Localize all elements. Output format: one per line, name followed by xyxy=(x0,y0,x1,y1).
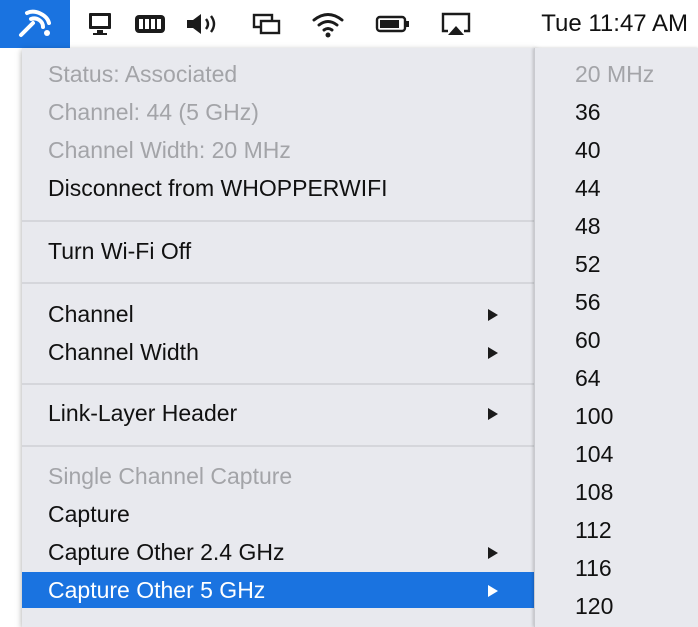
submenu-item-label: 44 xyxy=(575,175,601,201)
menu-item-status: Status: Associated xyxy=(22,56,536,92)
menu-item-label: Turn Wi-Fi Off xyxy=(48,238,192,264)
menu-item-single-channel-capture: Single Channel Capture xyxy=(22,458,536,494)
menu-item-link-layer-header[interactable]: Link-Layer Header xyxy=(22,395,536,431)
wifi-icon[interactable] xyxy=(306,0,350,48)
submenu-item-channel[interactable]: 40 xyxy=(535,132,698,168)
submenu-item-label: 36 xyxy=(575,99,601,125)
menu-item-label: Channel: 44 (5 GHz) xyxy=(48,99,259,125)
submenu-item-channel[interactable]: 60 xyxy=(535,322,698,358)
battery-box-icon[interactable] xyxy=(128,0,174,48)
menu-item-label: Channel Width: 20 MHz xyxy=(48,137,291,163)
window-icon[interactable] xyxy=(246,0,288,48)
battery-icon[interactable] xyxy=(370,0,416,48)
submenu-item-channel[interactable]: 108 xyxy=(535,474,698,510)
display-icon[interactable] xyxy=(80,0,120,48)
airplay-icon[interactable] xyxy=(434,0,478,48)
submenu-item-channel[interactable]: 36 xyxy=(535,94,698,130)
submenu-item-channel[interactable]: 100 xyxy=(535,398,698,434)
menu-bar: Tue 11:47 AM xyxy=(0,0,698,48)
submenu-item-label: 64 xyxy=(575,365,601,391)
menu-separator xyxy=(22,383,536,385)
volume-icon[interactable] xyxy=(180,0,230,48)
submenu-item-channel[interactable]: 116 xyxy=(535,550,698,586)
submenu-item-label: 56 xyxy=(575,289,601,315)
menu-item-label: Channel xyxy=(48,301,134,327)
menu-item-capture-other-24[interactable]: Capture Other 2.4 GHz xyxy=(22,534,536,570)
submenu-header: 20 MHz xyxy=(535,56,698,92)
menu-item-label: Link-Layer Header xyxy=(48,400,238,426)
submenu-item-label: 48 xyxy=(575,213,601,239)
menu-separator xyxy=(22,282,536,284)
submenu-item-label: 40 xyxy=(575,137,601,163)
submenu-item-label: 52 xyxy=(575,251,601,277)
menu-item-disconnect[interactable]: Disconnect from WHOPPERWIFI xyxy=(22,170,536,206)
menu-item-turn-wifi-off[interactable]: Turn Wi-Fi Off xyxy=(22,233,536,269)
submenu-arrow-icon xyxy=(488,347,498,359)
submenu-item-channel[interactable]: 48 xyxy=(535,208,698,244)
submenu-item-label: 104 xyxy=(575,441,614,467)
submenu-header-label: 20 MHz xyxy=(575,61,655,87)
menubar-clock[interactable]: Tue 11:47 AM xyxy=(541,0,688,48)
submenu-item-channel[interactable]: 120 xyxy=(535,588,698,624)
menu-separator xyxy=(22,445,536,447)
menu-item-label: Disconnect from WHOPPERWIFI xyxy=(48,175,388,201)
submenu-item-channel[interactable]: 52 xyxy=(535,246,698,282)
menu-item-label: Channel Width xyxy=(48,339,199,365)
submenu-arrow-icon xyxy=(488,585,498,597)
wireless-diagnostics-menu: Status: Associated Channel: 44 (5 GHz) C… xyxy=(22,48,536,627)
submenu-item-channel[interactable]: 56 xyxy=(535,284,698,320)
menu-item-label: Status: Associated xyxy=(48,61,238,87)
menu-item-channel-width[interactable]: Channel Width xyxy=(22,334,536,370)
menu-separator xyxy=(22,220,536,222)
menu-item-channel-width-info: Channel Width: 20 MHz xyxy=(22,132,536,168)
submenu-arrow-icon xyxy=(488,547,498,559)
channel-submenu: 20 MHz 36 40 44 48 52 56 60 64 100 104 1… xyxy=(534,48,698,627)
menu-item-label: Capture xyxy=(48,501,130,527)
submenu-item-label: 116 xyxy=(575,555,612,581)
menu-item-capture[interactable]: Capture xyxy=(22,496,536,532)
submenu-item-label: 108 xyxy=(575,479,614,505)
submenu-item-channel[interactable]: 104 xyxy=(535,436,698,472)
submenu-item-channel[interactable]: 64 xyxy=(535,360,698,396)
menu-item-capture-other-5[interactable]: Capture Other 5 GHz xyxy=(22,572,536,608)
menu-item-label: Single Channel Capture xyxy=(48,463,293,489)
submenu-arrow-icon xyxy=(488,309,498,321)
menu-item-channel[interactable]: Channel xyxy=(22,296,536,332)
submenu-arrow-icon xyxy=(488,408,498,420)
submenu-item-label: 100 xyxy=(575,403,614,429)
menu-item-label: Capture Other 2.4 GHz xyxy=(48,539,285,565)
menu-item-label: Capture Other 5 GHz xyxy=(48,577,266,603)
submenu-item-label: 60 xyxy=(575,327,601,353)
menu-item-channel-info: Channel: 44 (5 GHz) xyxy=(22,94,536,130)
submenu-item-label: 120 xyxy=(575,593,614,619)
submenu-item-label: 112 xyxy=(575,517,612,543)
wireless-diagnostics-icon[interactable] xyxy=(0,0,70,48)
submenu-item-channel[interactable]: 112 xyxy=(535,512,698,548)
submenu-item-channel[interactable]: 44 xyxy=(535,170,698,206)
